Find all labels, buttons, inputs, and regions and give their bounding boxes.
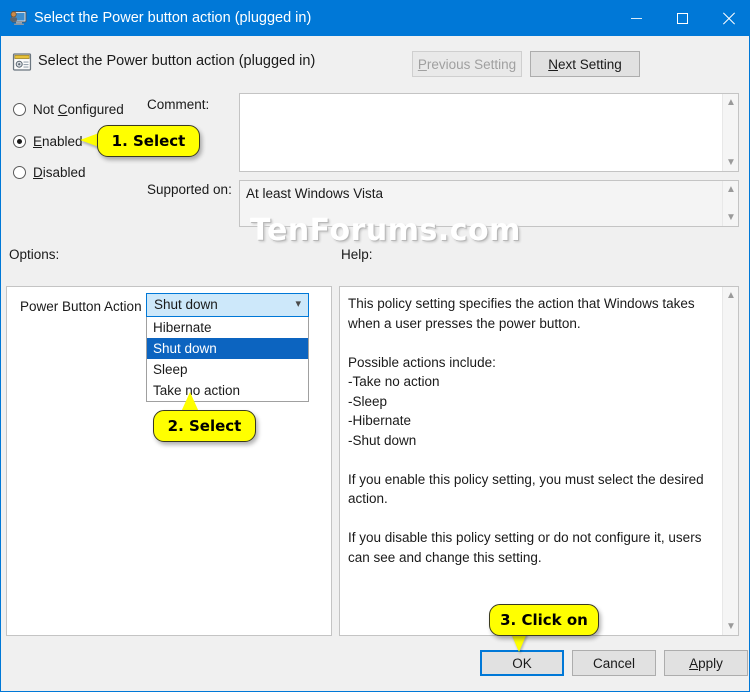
close-button[interactable] [705,0,749,36]
supported-on-label: Supported on: [147,182,232,197]
comment-scrollbar[interactable]: ▲ ▼ [722,94,738,171]
previous-setting-button[interactable]: Previous Setting [412,51,522,77]
title-bar: Select the Power button action (plugged … [1,0,749,36]
maximize-button[interactable] [659,0,705,36]
policy-setting-icon [10,11,27,25]
combo-option-take-no-action[interactable]: Take no action [147,380,308,401]
callout-step-1: 1. Select [97,125,200,157]
next-setting-button[interactable]: Next Setting [530,51,640,77]
radio-disabled-label: Disabled [33,164,86,180]
setting-title: Select the Power button action (plugged … [38,53,316,69]
next-setting-accel: Next Setting [548,56,622,72]
options-panel: Power Button Action Shut down ▾ Hibernat… [6,286,332,636]
scroll-down-icon[interactable]: ▼ [723,210,738,225]
help-label: Help: [341,247,373,262]
close-icon [722,12,735,25]
combobox-dropdown-list[interactable]: Hibernate Shut down Sleep Take no action [146,317,309,402]
policy-setting-icon [12,53,32,71]
chevron-down-icon: ▾ [295,298,301,310]
power-button-action-combobox[interactable]: Shut down ▾ [146,293,309,317]
combo-option-hibernate[interactable]: Hibernate [147,317,308,338]
radio-not-configured-indicator [13,102,26,116]
apply-button-label: Apply [689,655,723,671]
help-panel: This policy setting specifies the action… [339,286,739,636]
radio-enabled-label: Enabled [33,133,83,149]
scroll-down-icon[interactable]: ▼ [723,155,738,170]
combo-option-shut-down[interactable]: Shut down [147,338,308,359]
callout-step-3: 3. Click on [489,604,599,636]
apply-button[interactable]: Apply [664,650,748,676]
maximize-icon [676,12,688,24]
window-title: Select the Power button action (plugged … [34,10,312,26]
scroll-up-icon[interactable]: ▲ [723,288,739,303]
comment-input[interactable]: ▲ ▼ [239,93,739,172]
supported-on-value: At least Windows Vista [246,186,384,201]
radio-not-configured-label: Not Configured [33,101,124,117]
ok-button[interactable]: OK [480,650,564,676]
callout-step-2: 2. Select [153,410,256,442]
radio-enabled-indicator [13,134,26,148]
cancel-button-label: Cancel [592,655,636,671]
combo-option-sleep[interactable]: Sleep [147,359,308,380]
power-button-action-label: Power Button Action [20,299,142,314]
comment-label: Comment: [147,97,210,112]
radio-disabled[interactable]: Disabled [13,162,86,182]
scroll-down-icon[interactable]: ▼ [723,619,739,634]
callout-2-tail [181,392,199,412]
radio-disabled-indicator [13,165,26,179]
help-scrollbar[interactable]: ▲ ▼ [722,287,738,635]
options-label: Options: [9,247,60,262]
ok-button-label: OK [512,655,532,671]
combobox-value: Shut down [154,297,218,312]
policy-setting-dialog: Select the Power button action (plugged … [0,0,750,692]
scroll-up-icon[interactable]: ▲ [723,95,738,110]
help-text: This policy setting specifies the action… [348,296,704,565]
minimize-icon [630,17,642,19]
supported-on-field[interactable]: At least Windows Vista ▲ ▼ [239,180,739,227]
radio-not-configured[interactable]: Not Configured [13,99,124,119]
previous-setting-accel: Previous Setting [417,56,517,72]
supported-on-scrollbar[interactable]: ▲ ▼ [722,181,738,226]
scroll-up-icon[interactable]: ▲ [723,182,738,197]
radio-enabled[interactable]: Enabled [13,131,83,151]
minimize-button[interactable] [613,0,659,36]
cancel-button[interactable]: Cancel [572,650,656,676]
